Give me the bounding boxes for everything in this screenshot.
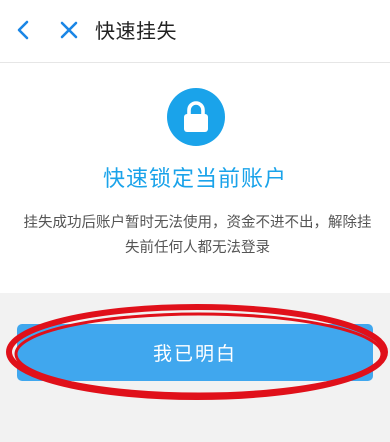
close-button[interactable]: [55, 16, 83, 44]
lock-icon: [184, 101, 208, 132]
lock-badge: [167, 88, 225, 146]
quick-report-loss-page: 快速挂失 快速锁定当前账户 挂失成功后账户暂时无法使用，资金不进不出，解除挂失前…: [0, 0, 390, 442]
lock-info-panel: 快速锁定当前账户 挂失成功后账户暂时无法使用，资金不进不出，解除挂失前任何人都无…: [0, 63, 390, 293]
close-icon: [60, 21, 78, 39]
confirm-button[interactable]: 我已明白: [17, 324, 373, 381]
header-bar: 快速挂失: [0, 0, 390, 63]
chevron-left-icon: [17, 20, 29, 40]
lock-description: 挂失成功后账户暂时无法使用，资金不进不出，解除挂失前任何人都无法登录: [23, 215, 372, 256]
page-title: 快速挂失: [95, 19, 177, 43]
back-button[interactable]: [10, 16, 38, 44]
lock-heading: 快速锁定当前账户: [102, 167, 287, 192]
